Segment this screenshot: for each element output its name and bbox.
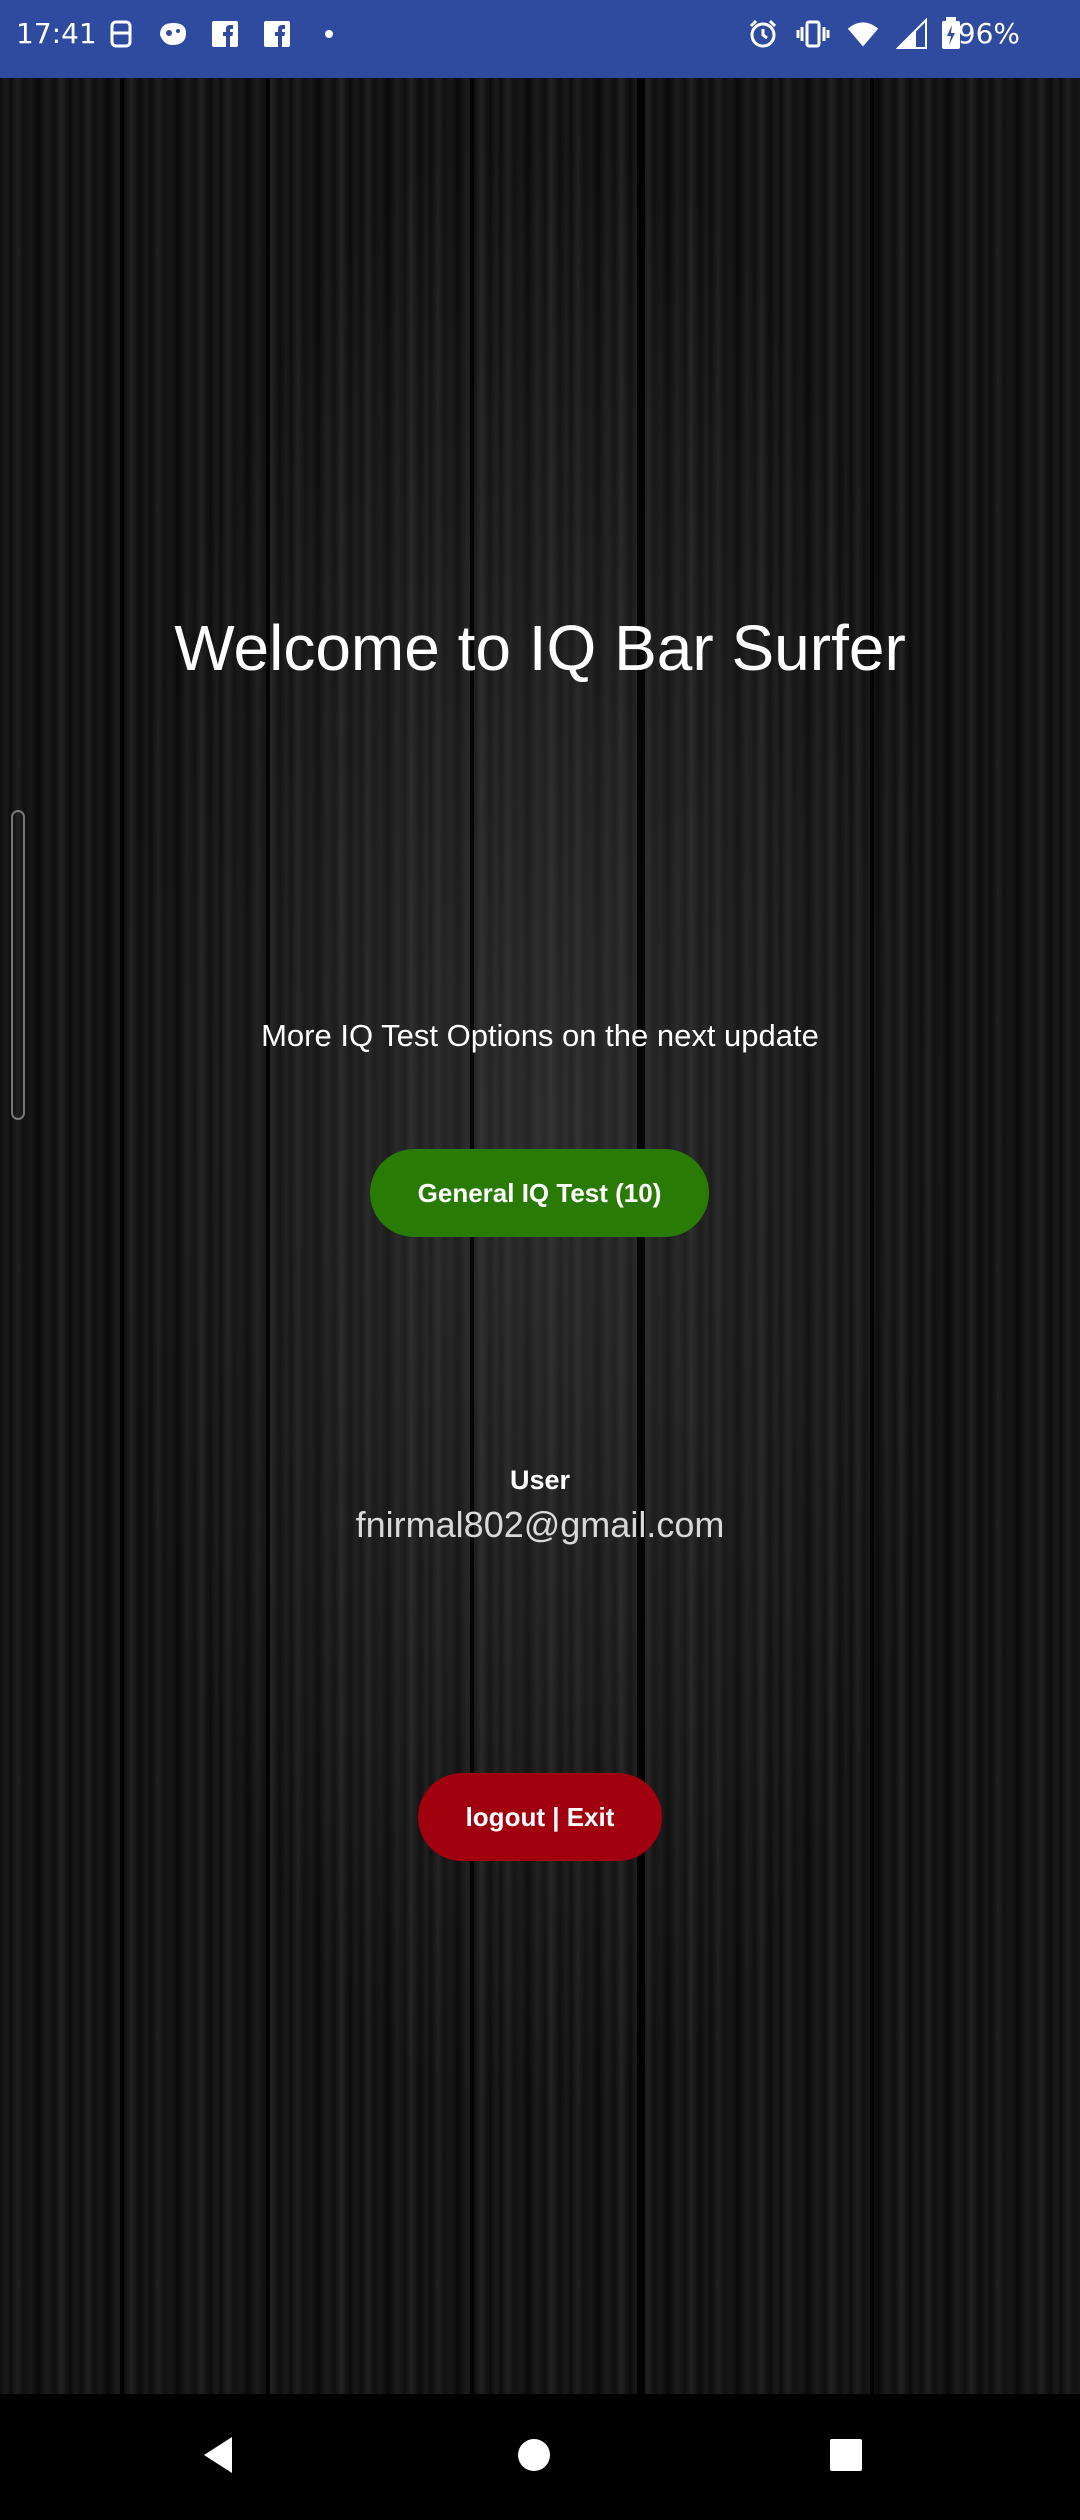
page-title: Welcome to IQ Bar Surfer (174, 612, 906, 684)
wood-texture-line (870, 78, 874, 2394)
navigation-bar (0, 2394, 1080, 2520)
dot-icon (312, 17, 346, 51)
update-note: More IQ Test Options on the next update (261, 1018, 819, 1053)
back-icon (200, 2435, 236, 2480)
facebook-icon (208, 17, 242, 51)
status-bar: 17:41 96% (0, 0, 1080, 78)
status-time: 17:41 (16, 17, 97, 50)
home-button[interactable] (474, 2394, 594, 2520)
battery-percentage: 96% (957, 17, 1020, 50)
logout-exit-button[interactable]: logout | Exit (418, 1773, 662, 1861)
signal-icon (896, 17, 930, 51)
wood-texture-line (266, 78, 270, 2394)
game-icon (156, 17, 190, 51)
alarm-icon (746, 17, 780, 51)
sim-toolkit-icon (104, 17, 138, 51)
recents-icon (828, 2437, 864, 2478)
recents-button[interactable] (786, 2394, 906, 2520)
facebook-icon (260, 17, 294, 51)
back-button[interactable] (158, 2394, 278, 2520)
user-label: User (509, 1465, 571, 1495)
wood-texture-line (120, 78, 124, 2394)
wifi-icon (846, 17, 880, 51)
home-icon (516, 2437, 552, 2478)
system-icons (746, 14, 930, 54)
vibrate-icon (796, 17, 830, 51)
general-iq-test-button[interactable]: General IQ Test (10) (370, 1149, 709, 1237)
user-email: fnirmal802@gmail.com (355, 1504, 725, 1545)
scroll-indicator[interactable] (11, 810, 25, 1120)
notification-icons (104, 14, 346, 54)
